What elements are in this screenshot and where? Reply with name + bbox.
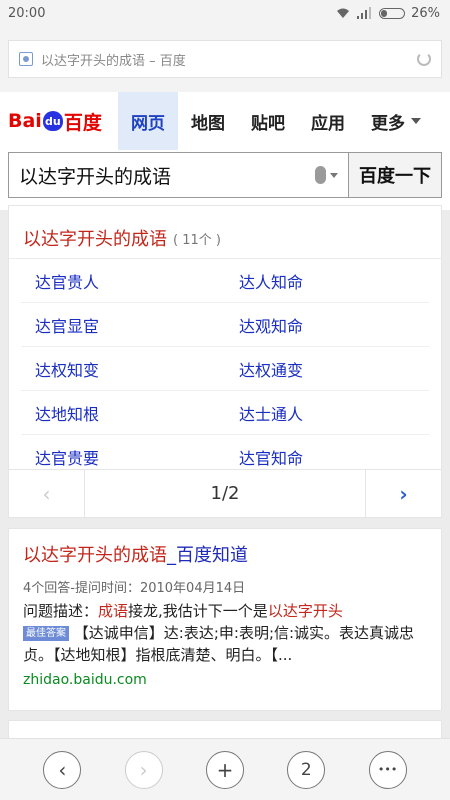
search-query: 以达字开头的成语 [19,165,172,188]
result-meta: 4个回答-提问时间：2010年04月14日 [23,581,246,596]
status-icons: 26% [335,6,440,21]
tab-web[interactable]: 网页 [118,92,178,150]
idiom-link[interactable]: 达人知命 [225,269,429,293]
question-highlight-2: 以达字开头 [267,602,343,620]
logo-du-paw: du [42,111,63,131]
prev-page-button[interactable]: ‹ [9,470,85,517]
next-result-card [8,720,442,740]
microphone-icon [315,166,326,184]
tab-tieba[interactable]: 贴吧 [238,92,298,150]
tabs-button[interactable]: 2 [287,750,326,789]
idiom-link[interactable]: 达权通变 [225,357,429,381]
tab-apps[interactable]: 应用 [298,92,358,150]
tab-map[interactable]: 地图 [178,92,238,150]
back-button[interactable]: ‹ [43,750,82,789]
idiom-grid: 达官贵人 达人知命 达官显宦 达观知命 达权知变 达权通变 达地知根 达士通人 … [9,258,441,479]
tab-more[interactable]: 更多 [358,92,429,150]
new-tab-button[interactable]: + [205,750,244,789]
menu-button[interactable]: ••• [368,750,407,789]
logo-chinese: 百度 [63,111,102,134]
tab-more-label: 更多 [371,113,405,134]
battery-icon [379,7,406,19]
status-bar: 20:00 26% [0,0,450,26]
signal-icon [357,7,372,19]
page-indicator: 1/2 [210,483,240,504]
idiom-row: 达官贵人 达人知命 [21,259,429,303]
idiom-link[interactable]: 达官贵人 [21,269,225,293]
idiom-link[interactable]: 达地知根 [21,401,225,425]
paw-favicon-icon [19,52,33,66]
address-bar[interactable]: 以达字开头的成语 – 百度 [8,40,442,78]
wifi-icon [337,8,350,18]
best-answer-badge: 最佳答案 [23,626,69,641]
result-title[interactable]: 以达字开头的成语_百度知道 [23,541,427,567]
idiom-card-title[interactable]: 以达字开头的成语 [23,225,167,251]
status-time: 20:00 [8,5,46,21]
idiom-link[interactable]: 达观知命 [225,313,429,337]
reload-icon[interactable] [417,52,431,66]
search-button[interactable]: 百度一下 [348,152,442,198]
next-page-button[interactable]: › [365,470,441,517]
search-input[interactable]: 以达字开头的成语 [8,152,348,198]
idiom-row: 达地知根 达士通人 [21,391,429,435]
browser-toolbar: 以达字开头的成语 – 百度 [0,26,450,92]
idiom-link[interactable]: 达官显宦 [21,313,225,337]
result-description: 问题描述：成语接龙,我估计下一个是以达字开头最佳答案 【达诚申信】达:表达;申:… [23,600,427,666]
baidu-header: Bai du 百度 网页 地图 贴吧 应用 更多 [0,92,450,150]
logo-bai: Bai [8,110,42,132]
nav-tabs: 网页 地图 贴吧 应用 更多 [118,92,450,150]
idiom-count: ( 11个 ) [173,232,221,248]
voice-search[interactable] [315,166,338,184]
caret-down-icon [330,172,338,178]
idiom-pager: ‹ 1/2 › [9,469,441,517]
result-site: zhidao.baidu.com [23,672,147,688]
caret-down-icon [411,118,421,124]
search-row: 以达字开头的成语 百度一下 [0,150,450,210]
answer-snippet: 【达诚申信】达:表达;申:表明;信:诚实。表达真诚忠贞。【达地知根】指根底清楚、… [23,624,415,664]
result-title-highlight: 以达字开头的成语 [23,545,167,566]
idiom-row: 达权知变 达权通变 [21,347,429,391]
battery-percent: 26% [411,5,440,21]
idiom-link[interactable]: 达官贵要 [21,445,225,469]
question-highlight: 成语 [98,602,129,620]
idiom-row: 达官显宦 达观知命 [21,303,429,347]
baidu-logo[interactable]: Bai du 百度 [0,92,118,150]
idiom-link[interactable]: 达官知命 [225,445,429,469]
result-title-rest: _百度知道 [167,545,248,566]
idiom-card: 以达字开头的成语 ( 11个 ) 达官贵人 达人知命 达官显宦 达观知命 达权知… [8,205,442,518]
question-middle: 接龙,我估计下一个是 [128,602,268,620]
forward-button[interactable]: › [124,750,163,789]
search-result[interactable]: 以达字开头的成语_百度知道 4个回答-提问时间：2010年04月14日 问题描述… [8,528,442,711]
browser-bottom-bar: ‹ › + 2 ••• [0,738,450,800]
idiom-card-header[interactable]: 以达字开头的成语 ( 11个 ) [9,206,441,258]
idiom-link[interactable]: 达士通人 [225,401,429,425]
idiom-link[interactable]: 达权知变 [21,357,225,381]
page-title: 以达字开头的成语 – 百度 [41,53,186,69]
question-prefix: 问题描述： [23,602,99,620]
